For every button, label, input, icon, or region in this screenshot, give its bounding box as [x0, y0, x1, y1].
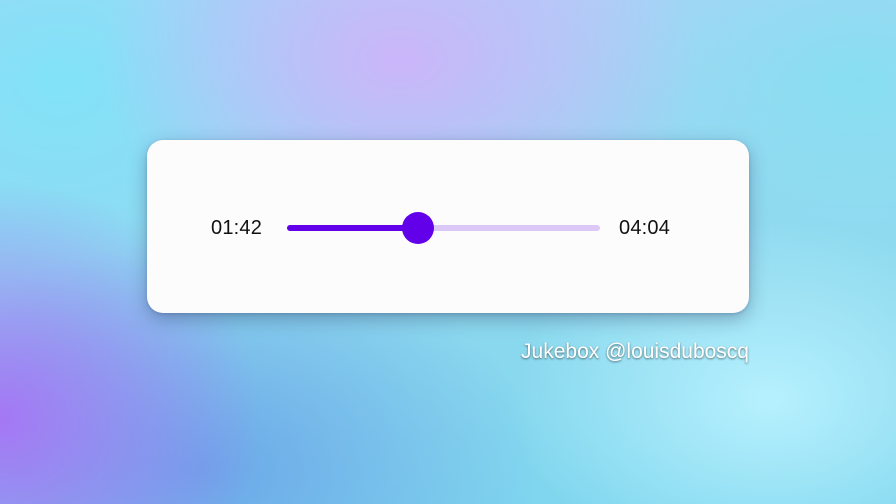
- slider-thumb[interactable]: [401, 212, 434, 244]
- total-time: 04:04: [619, 217, 671, 239]
- current-time: 01:42: [211, 217, 263, 239]
- player-card: 01:42 04:04: [147, 140, 749, 313]
- credit-text: Jukebox @louisduboscq: [521, 340, 749, 363]
- progress-slider[interactable]: [287, 212, 600, 244]
- progress-fill: [287, 225, 418, 231]
